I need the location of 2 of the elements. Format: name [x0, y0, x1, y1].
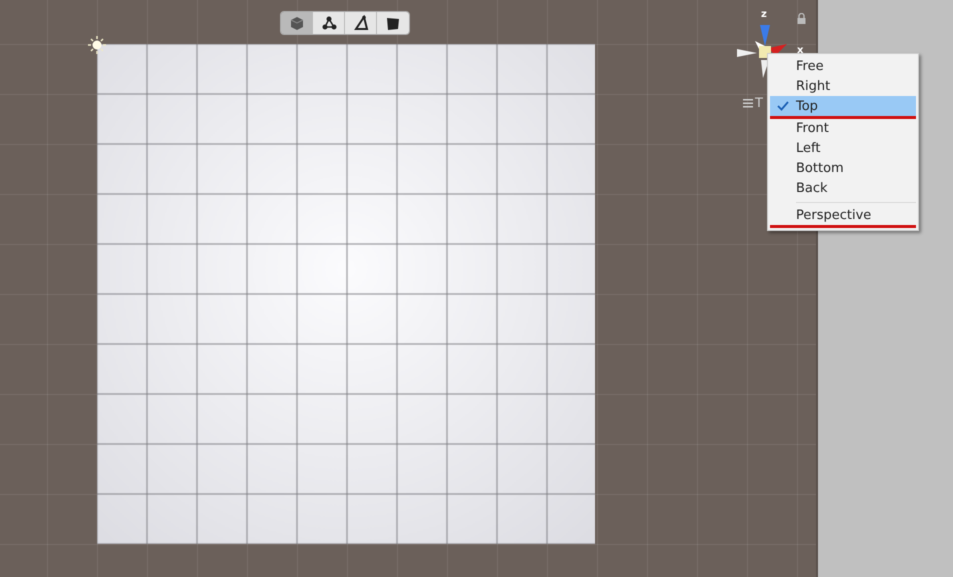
x-axis-label: x — [797, 45, 804, 56]
z-axis-label: z — [761, 9, 767, 20]
